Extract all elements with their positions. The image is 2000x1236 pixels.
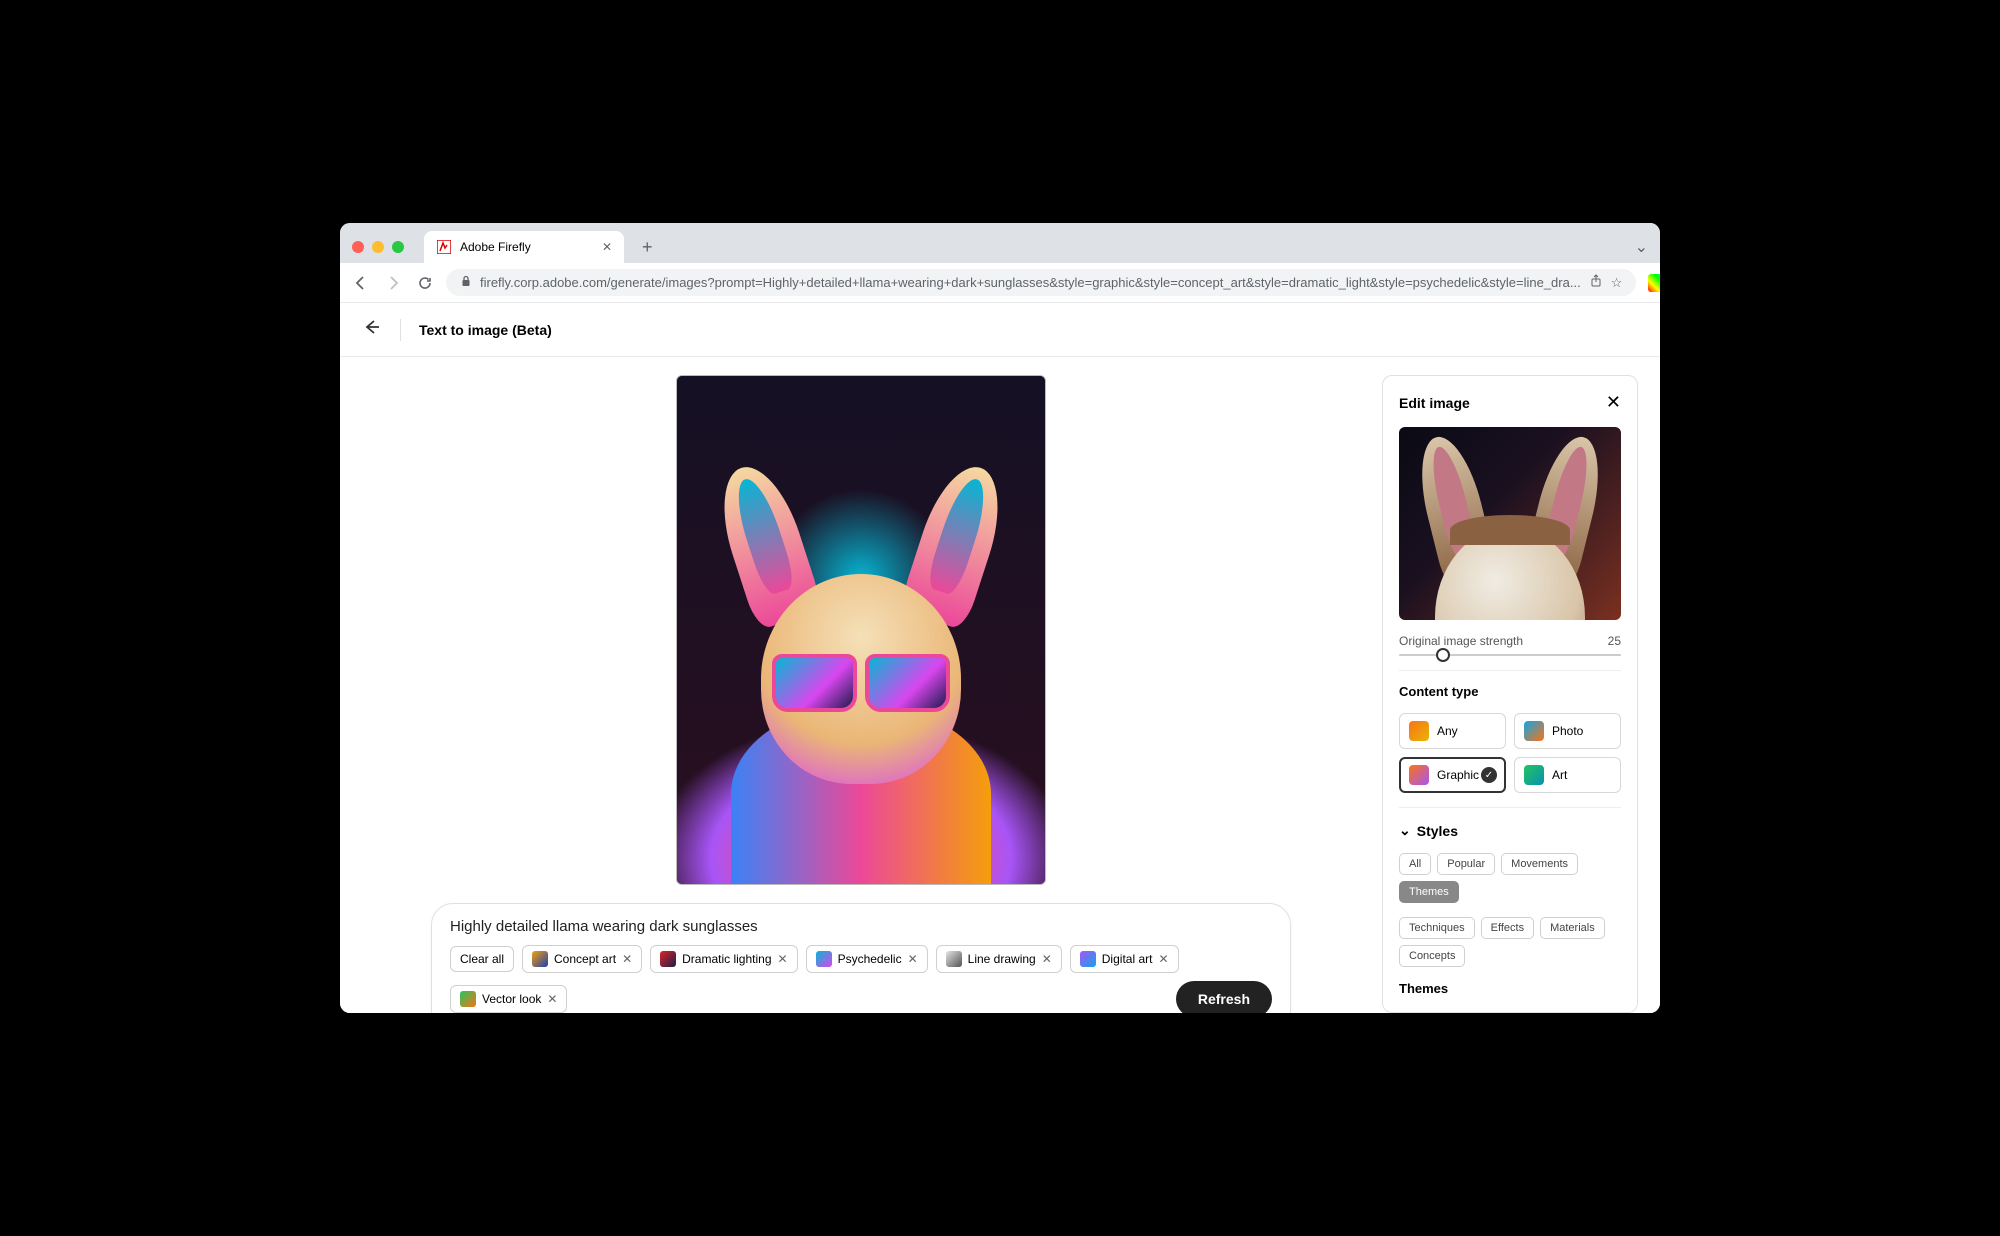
window-controls bbox=[352, 241, 404, 253]
generated-image[interactable] bbox=[676, 375, 1046, 885]
browser-address-bar: firefly.corp.adobe.com/generate/images?p… bbox=[340, 263, 1660, 303]
chip-label: Dramatic lighting bbox=[682, 952, 771, 966]
style-chip[interactable]: Digital art ✕ bbox=[1070, 945, 1179, 973]
clear-all-label: Clear all bbox=[460, 952, 504, 966]
style-filter-pill[interactable]: All bbox=[1399, 853, 1431, 875]
chevron-down-icon: ⌄ bbox=[1399, 822, 1411, 839]
type-swatch-icon bbox=[1409, 721, 1429, 741]
clear-all-button[interactable]: Clear all bbox=[450, 946, 514, 972]
content-type-title: Content type bbox=[1399, 684, 1621, 699]
themes-subtitle: Themes bbox=[1399, 981, 1621, 996]
type-swatch-icon bbox=[1524, 765, 1544, 785]
chip-label: Line drawing bbox=[968, 952, 1036, 966]
style-chip[interactable]: Dramatic lighting ✕ bbox=[650, 945, 797, 973]
extension-icon[interactable] bbox=[1648, 274, 1660, 292]
type-swatch-icon bbox=[1524, 721, 1544, 741]
chip-swatch-icon bbox=[532, 951, 548, 967]
tab-title: Adobe Firefly bbox=[460, 240, 531, 254]
url-input[interactable]: firefly.corp.adobe.com/generate/images?p… bbox=[446, 269, 1636, 296]
lock-icon bbox=[460, 275, 472, 290]
close-window-icon[interactable] bbox=[352, 241, 364, 253]
chip-swatch-icon bbox=[946, 951, 962, 967]
tabs-dropdown-icon[interactable]: ⌄ bbox=[1635, 237, 1648, 257]
checkmark-icon bbox=[1481, 767, 1497, 783]
style-filter-pill[interactable]: Popular bbox=[1437, 853, 1495, 875]
new-tab-button[interactable]: + bbox=[632, 237, 663, 258]
type-label: Graphic bbox=[1437, 768, 1479, 782]
edit-image-panel: Edit image ✕ Original image strength 25 … bbox=[1382, 375, 1638, 1013]
minimize-window-icon[interactable] bbox=[372, 241, 384, 253]
divider bbox=[1399, 670, 1621, 671]
divider bbox=[1399, 807, 1621, 808]
strength-slider[interactable] bbox=[1399, 654, 1621, 656]
content-type-option[interactable]: Graphic bbox=[1399, 757, 1506, 793]
original-image-thumbnail[interactable] bbox=[1399, 427, 1621, 620]
refresh-label: Refresh bbox=[1198, 991, 1250, 1007]
chip-label: Digital art bbox=[1102, 952, 1153, 966]
remove-chip-icon[interactable]: ✕ bbox=[778, 952, 788, 966]
browser-tab[interactable]: Adobe Firefly ✕ bbox=[424, 231, 624, 263]
chip-label: Concept art bbox=[554, 952, 616, 966]
content-type-option[interactable]: Art bbox=[1514, 757, 1621, 793]
prompt-input[interactable]: Highly detailed llama wearing dark sungl… bbox=[450, 918, 1272, 935]
remove-chip-icon[interactable]: ✕ bbox=[908, 952, 918, 966]
content-type-option[interactable]: Any bbox=[1399, 713, 1506, 749]
url-text: firefly.corp.adobe.com/generate/images?p… bbox=[480, 275, 1581, 290]
refresh-button[interactable]: Refresh bbox=[1176, 981, 1272, 1013]
strength-label: Original image strength bbox=[1399, 634, 1523, 648]
style-chip[interactable]: Concept art ✕ bbox=[522, 945, 642, 973]
style-filter-pill[interactable]: Effects bbox=[1481, 917, 1534, 939]
star-icon[interactable]: ☆ bbox=[1611, 275, 1623, 291]
nav-back-icon[interactable] bbox=[352, 274, 370, 292]
firefly-favicon-icon bbox=[436, 239, 452, 255]
style-filter-pill[interactable]: Materials bbox=[1540, 917, 1605, 939]
reload-icon[interactable] bbox=[416, 274, 434, 292]
chip-swatch-icon bbox=[816, 951, 832, 967]
type-label: Any bbox=[1437, 724, 1458, 738]
style-filter-pill[interactable]: Themes bbox=[1399, 881, 1459, 903]
back-button[interactable] bbox=[362, 317, 382, 342]
close-panel-icon[interactable]: ✕ bbox=[1606, 392, 1621, 413]
share-icon[interactable] bbox=[1589, 274, 1603, 291]
nav-forward-icon[interactable] bbox=[384, 274, 402, 292]
page-title: Text to image (Beta) bbox=[419, 322, 552, 338]
style-chip[interactable]: Vector look ✕ bbox=[450, 985, 567, 1013]
style-chip[interactable]: Line drawing ✕ bbox=[936, 945, 1062, 973]
chip-swatch-icon bbox=[460, 991, 476, 1007]
styles-title: Styles bbox=[1417, 823, 1458, 839]
chip-swatch-icon bbox=[1080, 951, 1096, 967]
style-chip[interactable]: Psychedelic ✕ bbox=[806, 945, 928, 973]
style-filter-pill[interactable]: Techniques bbox=[1399, 917, 1475, 939]
type-label: Art bbox=[1552, 768, 1567, 782]
strength-value: 25 bbox=[1608, 634, 1621, 648]
close-tab-icon[interactable]: ✕ bbox=[602, 240, 612, 254]
style-filter-pill[interactable]: Movements bbox=[1501, 853, 1578, 875]
prompt-bar: Highly detailed llama wearing dark sungl… bbox=[431, 903, 1291, 1013]
browser-tab-strip: Adobe Firefly ✕ + ⌄ bbox=[340, 223, 1660, 263]
chip-swatch-icon bbox=[660, 951, 676, 967]
chip-label: Psychedelic bbox=[838, 952, 902, 966]
content-type-option[interactable]: Photo bbox=[1514, 713, 1621, 749]
app-header: Text to image (Beta) bbox=[340, 303, 1660, 357]
chip-label: Vector look bbox=[482, 992, 541, 1006]
slider-thumb[interactable] bbox=[1436, 648, 1450, 662]
remove-chip-icon[interactable]: ✕ bbox=[547, 992, 557, 1006]
remove-chip-icon[interactable]: ✕ bbox=[622, 952, 632, 966]
maximize-window-icon[interactable] bbox=[392, 241, 404, 253]
type-label: Photo bbox=[1552, 724, 1583, 738]
remove-chip-icon[interactable]: ✕ bbox=[1158, 952, 1168, 966]
type-swatch-icon bbox=[1409, 765, 1429, 785]
divider bbox=[400, 319, 401, 341]
remove-chip-icon[interactable]: ✕ bbox=[1042, 952, 1052, 966]
style-filter-pill[interactable]: Concepts bbox=[1399, 945, 1465, 967]
panel-title: Edit image bbox=[1399, 395, 1470, 411]
styles-toggle[interactable]: ⌄ Styles bbox=[1399, 822, 1621, 839]
